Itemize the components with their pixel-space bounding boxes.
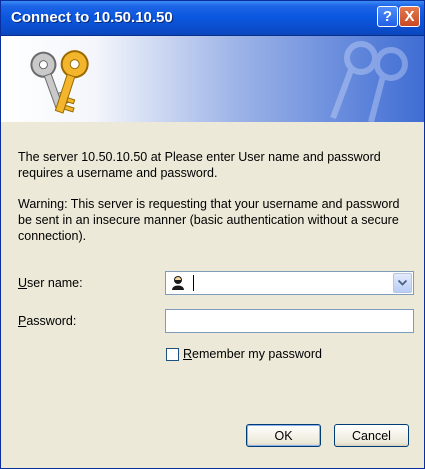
cancel-button[interactable]: Cancel <box>334 424 409 447</box>
close-icon: X <box>404 8 415 25</box>
login-dialog: Connect to 10.50.10.50 ? X The server 10… <box>0 0 425 469</box>
ok-button[interactable]: OK <box>246 424 321 447</box>
username-label: User name: <box>18 276 83 290</box>
keys-icon <box>30 50 89 114</box>
banner <box>1 36 424 122</box>
username-dropdown-button[interactable] <box>393 273 412 293</box>
remember-password-checkbox[interactable] <box>166 347 179 361</box>
user-icon <box>172 276 184 290</box>
close-button[interactable]: X <box>399 6 420 27</box>
window-title: Connect to 10.50.10.50 <box>11 9 173 26</box>
password-field[interactable] <box>165 309 414 333</box>
help-button[interactable]: ? <box>377 6 398 27</box>
remember-password-label: Remember my password <box>183 347 322 361</box>
server-message: The server 10.50.10.50 at Please enter U… <box>18 150 381 180</box>
title-bar[interactable]: Connect to 10.50.10.50 ? X <box>1 1 424 36</box>
remember-password-checkbox-row[interactable]: Remember my password <box>166 347 322 361</box>
help-icon: ? <box>382 8 393 25</box>
keys-watermark-icon <box>330 41 408 122</box>
text-caret <box>193 275 194 291</box>
chevron-down-icon <box>398 280 407 286</box>
username-combobox[interactable] <box>165 271 414 295</box>
password-label: Password: <box>18 314 77 328</box>
security-warning: Warning: This server is requesting that … <box>18 197 400 243</box>
